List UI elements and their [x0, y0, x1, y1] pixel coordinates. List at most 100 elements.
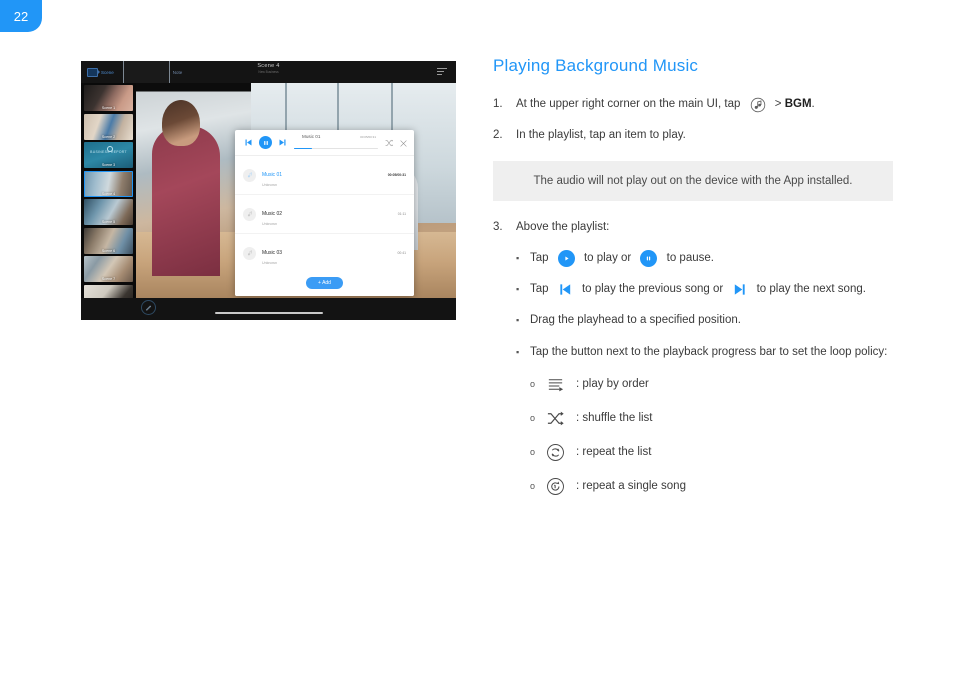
loop-option-shuffle: o : shuffle the list — [530, 409, 893, 428]
subbullet-dot: o — [530, 447, 536, 458]
bullet-loop-policy: ▪ Tap the button next to the playback pr… — [516, 344, 893, 361]
bullet-list: ▪ Tap to play or to pause. ▪ Tap to play… — [493, 249, 893, 496]
now-playing-title: Music 01 — [302, 134, 321, 139]
bullet-text: to play the previous song or — [578, 283, 727, 295]
bullet-dot: ▪ — [516, 284, 520, 295]
step-number: 3. — [493, 220, 503, 233]
thumbnail-label: Scene 1 — [101, 106, 116, 110]
person-foreground-head — [162, 100, 200, 146]
pause-icon[interactable] — [259, 136, 272, 149]
add-bar: + Add — [235, 270, 414, 296]
progress-area[interactable]: Music 01 00:05/00:31 — [294, 134, 378, 151]
video-stage: Music 01 00:05/00:31 Music 01 Unknown 00… — [136, 83, 456, 298]
list-item[interactable]: Scene 7 — [84, 256, 133, 282]
next-icon — [732, 282, 747, 297]
person-foreground — [152, 126, 220, 276]
list-item[interactable]: Scene 1 — [84, 85, 133, 111]
player-right-icons — [385, 134, 407, 152]
subbullet-dot: o — [530, 379, 536, 390]
home-indicator — [214, 311, 323, 314]
pause-icon — [640, 249, 658, 267]
bullet-text: Drag the playhead to a specified positio… — [530, 314, 741, 327]
bullet-dot: ▪ — [516, 252, 520, 263]
step-text: At the upper right corner on the main UI… — [516, 98, 744, 110]
previous-icon — [558, 282, 573, 297]
track-title: Music 01 — [262, 172, 283, 179]
loop-option-label: : repeat a single song — [576, 480, 686, 493]
shuffle-icon[interactable] — [385, 134, 393, 152]
list-item[interactable]: BUSINESS REPORT Scene 3 — [84, 142, 133, 168]
player-controls-bar: Music 01 00:05/00:31 — [235, 130, 414, 156]
step-period: . — [811, 98, 815, 110]
thumbnail-label: Scene 4 — [101, 191, 116, 196]
repeat-list-icon — [546, 443, 576, 462]
list-item-selected[interactable]: Scene 4 — [84, 170, 133, 197]
close-icon[interactable] — [400, 134, 407, 152]
step-number: 1. — [493, 98, 503, 110]
track-artist: Unknown — [262, 221, 277, 226]
hamburger-menu-icon[interactable] — [437, 68, 447, 76]
bullet-text: to play or — [580, 251, 635, 264]
loop-option-repeat-one: o : repeat a single song — [530, 477, 893, 496]
app-bottom-bar — [81, 298, 456, 320]
table-row[interactable]: Music 01 Unknown 00:05/00:31 — [235, 156, 414, 195]
play-icon — [557, 249, 575, 267]
track-meta: Music 03 Unknown — [262, 241, 398, 265]
step-1: 1. At the upper right corner on the main… — [493, 96, 893, 113]
step-number: 2. — [493, 129, 503, 142]
app-top-bar: Scene Note Scene 4 New Business — [81, 61, 456, 90]
loop-option-label: : shuffle the list — [576, 412, 653, 425]
bullet-dot: ▪ — [516, 315, 520, 326]
page-title: Playing Background Music — [493, 56, 699, 75]
pen-edit-icon[interactable] — [141, 300, 156, 315]
next-icon[interactable] — [278, 138, 287, 147]
track-meta: Music 02 Unknown — [262, 202, 398, 226]
tab-note-label: Note — [172, 69, 183, 75]
track-title: Music 02 — [262, 211, 283, 218]
add-music-button[interactable]: + Add — [306, 277, 343, 289]
shuffle-icon — [546, 409, 576, 428]
page-number: 22 — [13, 8, 29, 24]
scene-thumbnail-sidebar[interactable]: Scene 1 Scene 2 BUSINESS REPORT Scene 3 … — [81, 83, 136, 320]
track-artist: Unknown — [262, 260, 277, 265]
track-meta: Music 01 Unknown — [262, 163, 388, 187]
track-duration: 00:05/00:31 — [387, 173, 406, 177]
bullet-prev-next: ▪ Tap to play the previous song or to pl… — [516, 281, 893, 298]
step-2: 2. In the playlist, tap an item to play. — [493, 127, 893, 144]
previous-icon[interactable] — [244, 138, 253, 147]
bullet-text: to play the next song. — [753, 283, 866, 295]
table-row[interactable]: Music 03 Unknown 00:41 — [235, 234, 414, 273]
camera-icon — [87, 67, 100, 77]
list-item[interactable]: Scene 6 — [84, 227, 133, 254]
loop-option-repeat-list: o : repeat the list — [530, 443, 893, 462]
app-screenshot: Scene Note Scene 4 New Business Scene 1 … — [81, 61, 456, 320]
step-text: In the playlist, tap an item to play. — [516, 129, 686, 142]
subbullet-dot: o — [530, 481, 536, 492]
loop-option-label: : repeat the list — [576, 446, 652, 459]
track-avatar — [243, 207, 256, 221]
table-row[interactable]: Music 02 Unknown 01:11 — [235, 195, 414, 234]
list-item[interactable]: Scene 2 — [84, 113, 133, 140]
player-time: 00:05/00:31 — [360, 135, 376, 139]
step-text: Above the playlist: — [516, 220, 610, 233]
instructions-column: Playing Background Music 1. At the upper… — [493, 56, 893, 511]
play-by-order-icon — [546, 375, 576, 394]
thumbnail-label: Scene 5 — [101, 220, 116, 224]
step-3: 3. Above the playlist: — [493, 219, 893, 236]
track-duration: 00:41 — [397, 251, 407, 255]
playback-progress-bar[interactable] — [294, 147, 378, 149]
bullet-text: to pause. — [663, 251, 714, 264]
tab-scene[interactable]: Scene — [87, 67, 114, 77]
bgm-label: BGM — [784, 98, 812, 110]
bullet-text: Tap — [530, 251, 552, 264]
bullet-play-pause: ▪ Tap to play or to pause. — [516, 249, 893, 267]
bullet-drag-playhead: ▪ Drag the playhead to a specified posit… — [516, 312, 893, 329]
track-avatar — [243, 246, 256, 260]
page-number-tab: 22 — [0, 0, 42, 32]
bullet-text: Tap the button next to the playback prog… — [530, 345, 888, 358]
bullet-text: Tap — [530, 283, 552, 295]
note-box: The audio will not play out on the devic… — [493, 160, 893, 201]
list-item[interactable]: Scene 5 — [84, 199, 133, 225]
thumbnail-label: Scene 6 — [101, 248, 116, 253]
music-player-panel[interactable]: Music 01 00:05/00:31 Music 01 Unknown 00… — [235, 130, 414, 296]
